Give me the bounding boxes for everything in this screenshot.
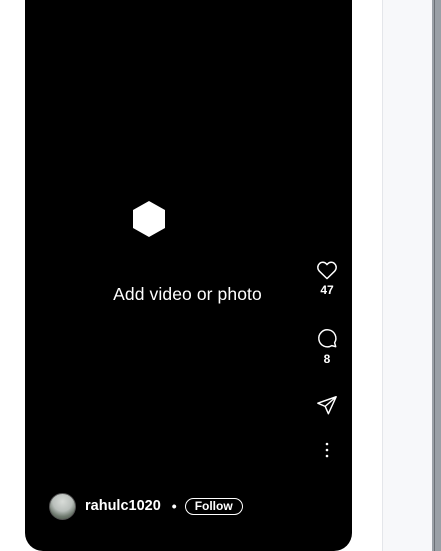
heart-icon xyxy=(317,261,337,280)
more-options-button[interactable] xyxy=(307,442,347,458)
window-edge xyxy=(432,0,441,551)
separator-dot: • xyxy=(171,498,177,514)
comment-bubble-icon xyxy=(318,329,337,348)
paper-plane-icon xyxy=(317,396,337,415)
action-rail: 47 8 xyxy=(307,0,347,551)
add-media-area[interactable] xyxy=(25,0,295,551)
side-panel xyxy=(382,0,432,551)
more-vertical-icon xyxy=(325,442,329,458)
comment-count: 8 xyxy=(323,352,331,366)
follow-button[interactable]: Follow xyxy=(184,497,243,515)
author-bar: rahulc1020 • Follow xyxy=(49,492,243,520)
author-username[interactable]: rahulc1020 xyxy=(85,498,161,514)
comment-button[interactable]: 8 xyxy=(307,327,347,366)
add-media-label: Add video or photo xyxy=(113,284,262,304)
share-button[interactable] xyxy=(307,394,347,416)
reel-preview-card: Add video or photo 47 8 rahulc1020 • Fol… xyxy=(25,0,352,551)
like-count: 47 xyxy=(320,283,334,297)
like-button[interactable]: 47 xyxy=(307,260,347,297)
avatar[interactable] xyxy=(49,492,76,520)
hexagon-icon xyxy=(133,201,165,237)
